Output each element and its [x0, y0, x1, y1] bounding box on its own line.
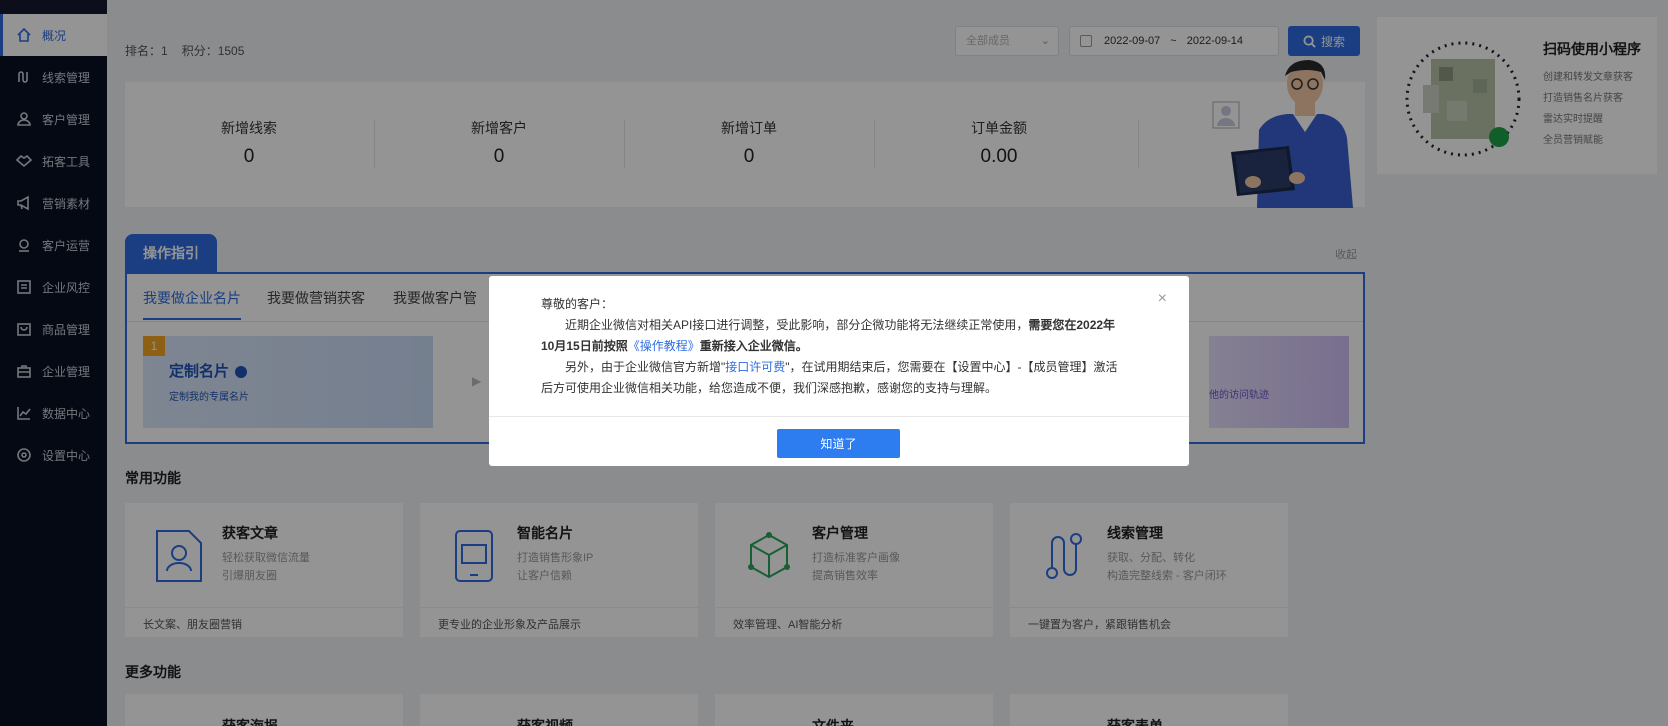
notice-dialog: × 尊敬的客户： 近期企业微信对相关API接口进行调整，受此影响，部分企微功能将… — [489, 276, 1189, 466]
notice-paragraph-1-cont: 10月15日前按照《操作教程》重新接入企业微信。 — [541, 336, 1141, 357]
notice-body: 尊敬的客户： 近期企业微信对相关API接口进行调整，受此影响，部分企微功能将无法… — [541, 294, 1141, 399]
notice-text: 近期企业微信对相关API接口进行调整，受此影响，部分企微功能将无法继续正常使用， — [565, 318, 1029, 332]
notice-paragraph-2-cont: 后方可使用企业微信相关功能，给您造成不便，我们深感抱歉，感谢您的支持与理解。 — [541, 381, 998, 395]
notice-deadline: 需要您在2022年 — [1028, 318, 1116, 332]
close-icon[interactable]: × — [1158, 290, 1167, 308]
notice-deadline: 10月15日前按照 — [541, 339, 628, 353]
tutorial-link[interactable]: 《操作教程》 — [628, 339, 700, 353]
acknowledge-button[interactable]: 知道了 — [777, 429, 900, 458]
notice-text: "，在试用期结束后，您需要在【设置中心】-【成员管理】激活 — [785, 360, 1118, 374]
notice-greeting: 尊敬的客户： — [541, 297, 614, 311]
modal-overlay[interactable]: × 尊敬的客户： 近期企业微信对相关API接口进行调整，受此影响，部分企微功能将… — [0, 0, 1668, 726]
notice-text: 另外，由于企业微信官方新增" — [565, 360, 726, 374]
notice-text: 重新接入企业微信。 — [699, 339, 808, 353]
notice-paragraph-1: 近期企业微信对相关API接口进行调整，受此影响，部分企微功能将无法继续正常使用，… — [541, 315, 1141, 336]
notice-paragraph-2: 另外，由于企业微信官方新增"接口许可费"，在试用期结束后，您需要在【设置中心】-… — [541, 357, 1141, 378]
notice-footer: 知道了 — [489, 416, 1189, 466]
license-fee-link[interactable]: 接口许可费 — [725, 360, 785, 374]
